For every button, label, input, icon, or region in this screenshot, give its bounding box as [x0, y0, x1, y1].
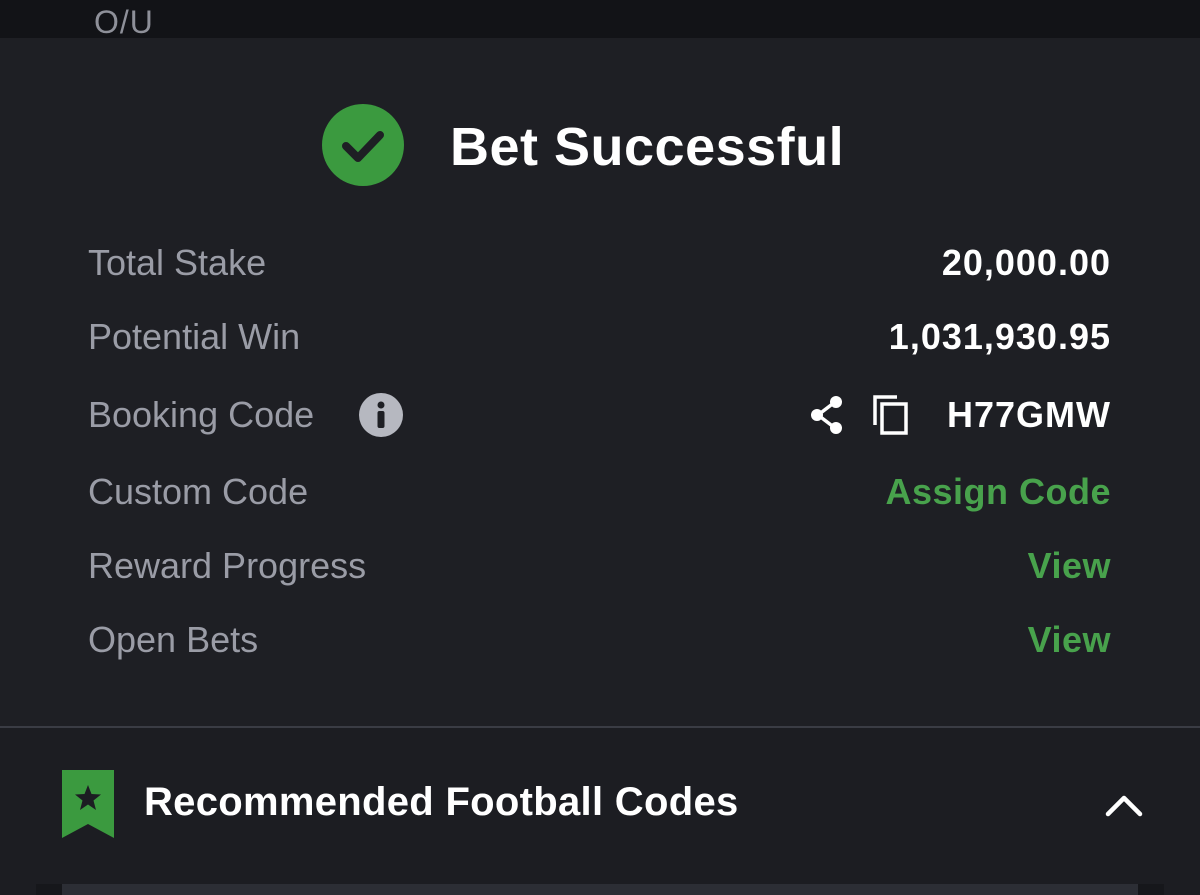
custom-code-label: Custom Code: [88, 471, 309, 512]
assign-code-link[interactable]: Assign Code: [885, 467, 1111, 517]
share-icon[interactable]: [807, 393, 847, 442]
bookmark-star-icon: [60, 770, 116, 845]
booking-code-row: Booking Code H77GMW: [88, 390, 1111, 440]
chevron-up-icon[interactable]: [1100, 788, 1148, 829]
success-title: Bet Successful: [450, 117, 845, 177]
total-stake-row: Total Stake 20,000.00: [88, 238, 1111, 288]
card-edge-right: [1138, 884, 1164, 895]
recommended-card-top: [62, 884, 1138, 895]
card-edge-left: [36, 884, 62, 895]
open-bets-label: Open Bets: [88, 619, 259, 660]
total-stake-label: Total Stake: [88, 242, 267, 283]
potential-win-label: Potential Win: [88, 316, 301, 357]
bet-confirmation-panel: Bet Successful Total Stake 20,000.00 Pot…: [0, 38, 1200, 726]
custom-code-row: Custom Code Assign Code: [88, 467, 1111, 517]
recommended-codes-title: Recommended Football Codes: [144, 780, 739, 824]
booking-code-label: Booking Code: [88, 394, 315, 435]
total-stake-value: 20,000.00: [941, 242, 1111, 283]
top-bar: O/U: [0, 0, 1200, 41]
open-bets-view-link[interactable]: View: [1028, 615, 1111, 665]
booking-code-group: H77GMW: [791, 390, 1111, 440]
open-bets-row: Open Bets View: [88, 615, 1111, 665]
recommended-codes-header[interactable]: Recommended Football Codes: [0, 728, 1200, 895]
reward-progress-label: Reward Progress: [88, 545, 367, 586]
copy-icon[interactable]: [871, 393, 913, 442]
potential-win-value: 1,031,930.95: [888, 316, 1111, 357]
reward-progress-row: Reward Progress View: [88, 541, 1111, 591]
check-circle-icon: [322, 104, 404, 186]
reward-progress-view-link[interactable]: View: [1028, 541, 1111, 591]
info-icon[interactable]: [359, 393, 403, 437]
potential-win-row: Potential Win 1,031,930.95: [88, 312, 1111, 362]
success-header: Bet Successful: [0, 104, 1200, 186]
market-label-ou[interactable]: O/U: [94, 4, 154, 41]
booking-code-value: H77GMW: [946, 394, 1111, 435]
